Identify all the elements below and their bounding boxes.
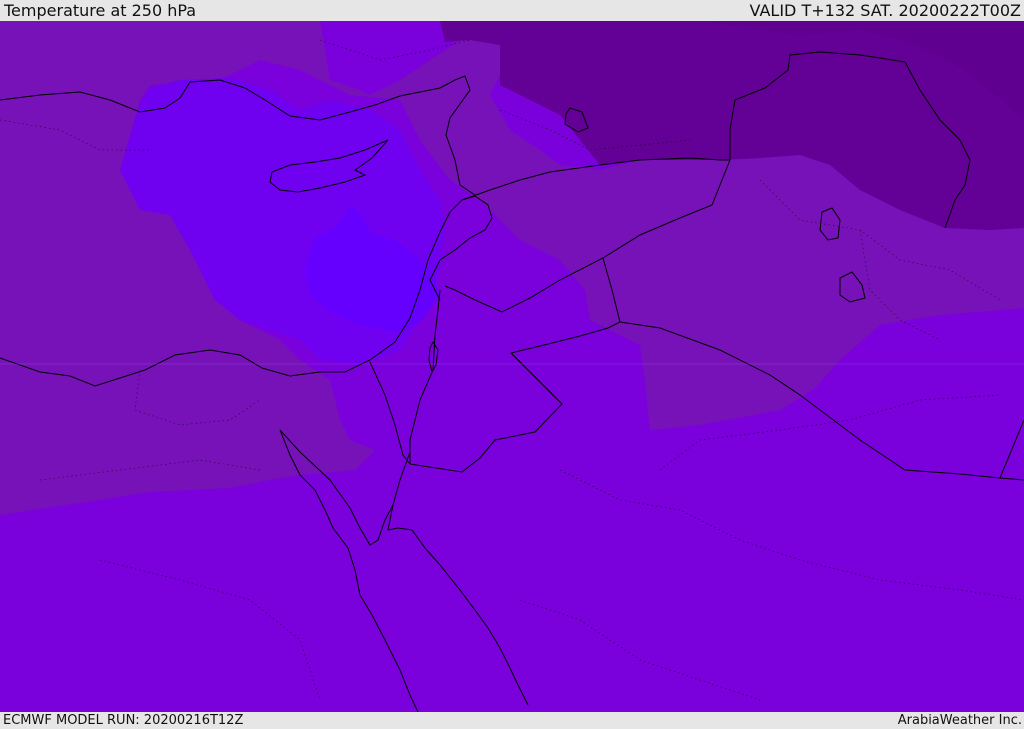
temperature-map <box>0 21 1024 712</box>
credit-label: ArabiaWeather Inc. <box>897 713 1022 728</box>
valid-time-label: VALID T+132 SAT. 20200222T00Z <box>749 1 1021 20</box>
map-title: Temperature at 250 hPa <box>4 1 197 20</box>
footer-bar: ECMWF MODEL RUN: 20200216T12Z ArabiaWeat… <box>0 712 1024 729</box>
model-run-label: ECMWF MODEL RUN: 20200216T12Z <box>3 713 244 728</box>
header-bar: Temperature at 250 hPa VALID T+132 SAT. … <box>0 0 1024 21</box>
